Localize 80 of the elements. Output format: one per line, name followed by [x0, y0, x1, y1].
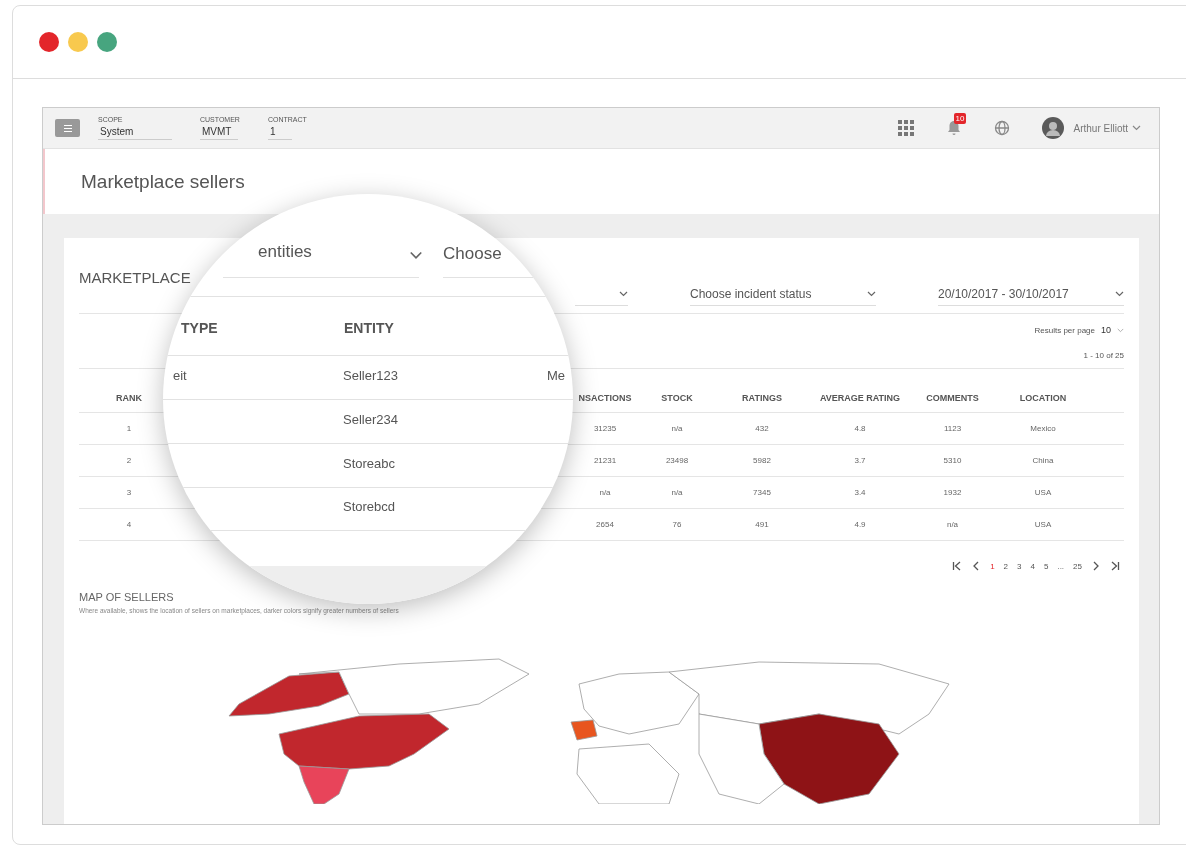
- table-cell-text: 3.7: [853, 456, 867, 465]
- notification-badge: 10: [953, 113, 967, 124]
- table-cell: Seller234: [343, 412, 398, 427]
- column-header: TYPE: [181, 320, 218, 336]
- section-title: MAP OF SELLERS: [79, 591, 175, 603]
- user-name[interactable]: Arthur Elliott: [1073, 122, 1128, 134]
- table-cell-text: 2654: [595, 520, 615, 529]
- table-cell: Storebcd: [343, 499, 396, 514]
- table-cell-text: 31235: [592, 424, 618, 433]
- table-cell-text: 4: [125, 520, 133, 529]
- table-cell-text: Mexico: [1029, 424, 1057, 433]
- column-header: STOCK: [660, 392, 694, 403]
- table-cell-text: 1123: [942, 424, 963, 433]
- next-page-icon[interactable]: [1091, 561, 1101, 571]
- chevron-down-icon: [867, 291, 876, 297]
- page-link[interactable]: 4: [1030, 561, 1035, 571]
- results-per-page-select[interactable]: 10: [1101, 325, 1124, 335]
- chevron-down-icon: [1117, 327, 1124, 333]
- table-cell-text: 3.4: [853, 488, 867, 497]
- table-cell-text: 23498: [664, 456, 690, 465]
- table-cell-text: 5310: [942, 456, 963, 465]
- table-cell: eit: [173, 368, 187, 383]
- selector-field[interactable]: 1: [267, 126, 292, 140]
- column-header: RANK: [115, 392, 143, 403]
- table-cell-text: 76: [671, 520, 683, 529]
- table-cell-text: 4.8: [853, 424, 867, 433]
- maximize-button[interactable]: [97, 32, 117, 52]
- page-link[interactable]: 1: [990, 561, 995, 571]
- globe-icon[interactable]: [993, 120, 1010, 136]
- table-cell-text: 1932: [942, 488, 963, 497]
- table-cell-text: 491: [754, 520, 770, 529]
- dropdown-field[interactable]: 20/10/2017 - 30/10/2017: [938, 283, 1124, 306]
- dropdown-value: entities: [258, 242, 312, 262]
- table-cell-text: n/a: [670, 424, 684, 433]
- table-cell-text: USA: [1033, 520, 1053, 529]
- page-link[interactable]: 3: [1017, 561, 1022, 571]
- table-cell-text: 2: [125, 456, 133, 465]
- table-cell-text: 5982: [752, 456, 772, 465]
- menu-button[interactable]: [55, 119, 80, 137]
- table-cell-text: n/a: [945, 520, 960, 529]
- table-cell-text: 1: [125, 424, 133, 433]
- table-cell: Seller123: [343, 368, 398, 383]
- column-header: AVERAGE RATING: [818, 392, 902, 403]
- column-header: NSACTIONS: [577, 392, 633, 403]
- avatar-silhouette-icon[interactable]: [1041, 117, 1064, 139]
- apps-grid-icon[interactable]: [897, 120, 914, 136]
- chevron-down-icon[interactable]: [1132, 125, 1141, 131]
- results-range: 1 - 10 of 25: [1083, 350, 1124, 360]
- dropdown-field[interactable]: Choose incident status: [690, 283, 876, 306]
- chevron-down-icon: [409, 251, 423, 260]
- chevron-down-icon: [619, 291, 628, 297]
- page-link[interactable]: 5: [1043, 561, 1049, 571]
- column-header: ENTITY: [344, 320, 394, 336]
- last-page-icon[interactable]: [1110, 561, 1120, 571]
- page-link[interactable]: 2: [1003, 561, 1009, 571]
- table-cell-text: 21231: [592, 456, 618, 465]
- chevron-down-icon: [1115, 291, 1124, 297]
- table-cell-text: n/a: [598, 488, 612, 497]
- table-cell-text: 7345: [752, 488, 772, 497]
- column-header: LOCATION: [1018, 392, 1068, 403]
- table-cell-text: China: [1031, 456, 1055, 465]
- page-link[interactable]: ...: [1057, 561, 1065, 571]
- table-cell: Me: [547, 368, 566, 383]
- table-cell-text: 432: [754, 424, 770, 433]
- dropdown-value: Choose: [443, 244, 502, 264]
- table-cell-text: 4.9: [853, 520, 867, 529]
- table-cell: Storeabc: [343, 456, 396, 471]
- column-header: COMMENTS: [925, 392, 980, 403]
- page-link[interactable]: 25: [1073, 561, 1082, 571]
- page-title: Marketplace sellers: [81, 170, 245, 193]
- table-cell-text: 3: [125, 488, 133, 497]
- close-button[interactable]: [39, 32, 59, 52]
- selector-field[interactable]: System: [98, 126, 172, 140]
- first-page-icon[interactable]: [952, 561, 963, 571]
- column-header: RATINGS: [741, 392, 783, 403]
- section-title: MARKETPLACE: [79, 269, 191, 286]
- table-cell-text: n/a: [670, 488, 684, 497]
- results-per-page-label: Results per page: [1034, 325, 1095, 335]
- table-cell-text: USA: [1033, 488, 1053, 497]
- selector-field[interactable]: MVMT: [200, 126, 238, 140]
